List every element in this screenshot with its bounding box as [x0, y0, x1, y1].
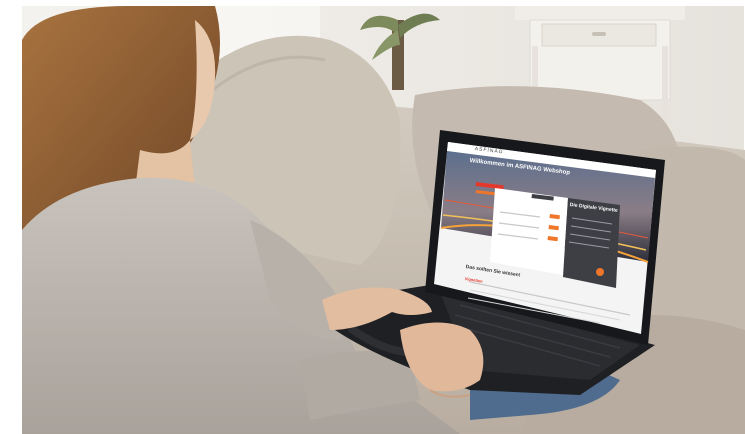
product-card	[490, 188, 568, 275]
photo-illustration	[0, 0, 745, 434]
photo-scene: ASFINAG Willkommen im ASFINAG Webshop Di…	[0, 0, 745, 434]
